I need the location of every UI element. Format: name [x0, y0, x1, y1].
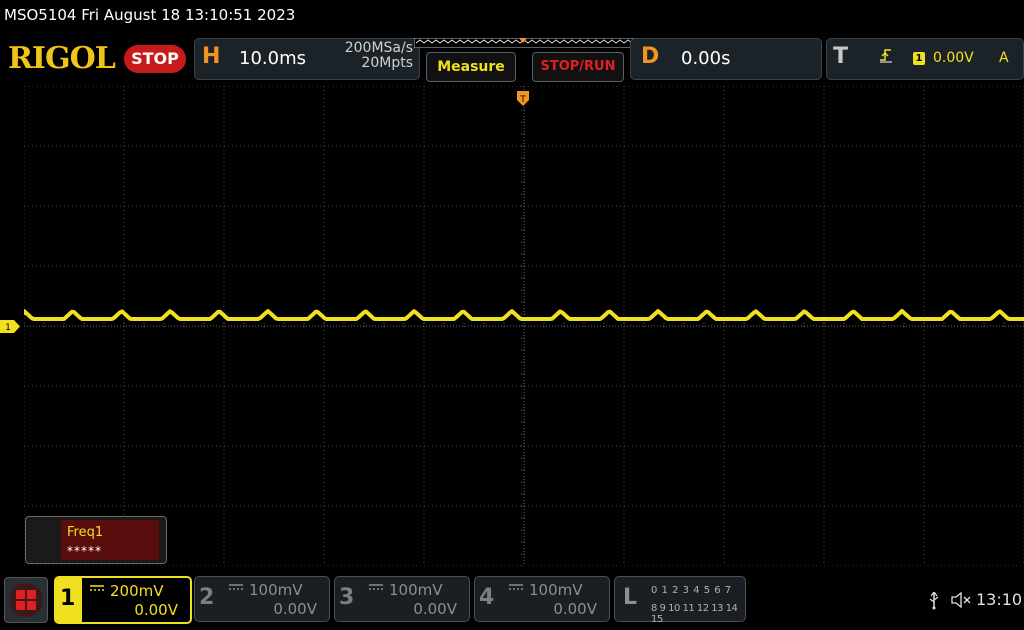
logic-analyzer-box[interactable]: L 0 1 2 3 4 5 6 7 8 9 10 11 12 13 14 15	[614, 576, 746, 625]
dc-coupling-icon	[509, 584, 523, 590]
measurement-item[interactable]: Freq1 *****	[61, 520, 159, 560]
main-menu-button[interactable]	[4, 577, 48, 623]
dc-coupling-icon	[90, 585, 104, 591]
run-state-badge[interactable]: STOP	[124, 45, 186, 73]
channel-offset: 0.00V	[134, 601, 178, 619]
trigger-letter: T	[833, 44, 849, 69]
rigol-logo: RIGOL	[8, 41, 116, 76]
channel-2-box[interactable]: 2 100mV 0.00V	[194, 576, 330, 622]
measurement-value: *****	[67, 544, 102, 558]
channel-number: 2	[199, 585, 215, 610]
delay-letter: D	[641, 44, 660, 69]
dc-coupling-icon	[229, 584, 243, 590]
svg-text:T: T	[519, 95, 526, 105]
timebase-value: 10.0ms	[239, 48, 306, 69]
channel-scale: 100mV	[389, 581, 443, 599]
memory-position-bar	[414, 38, 634, 48]
logic-channels-row-2: 8 9 10 11 12 13 14 15	[651, 603, 738, 625]
status-clock: 13:10	[976, 590, 1023, 609]
trigger-mode: A	[999, 50, 1009, 66]
rising-edge-icon	[879, 47, 893, 67]
channel-number: 1	[60, 586, 76, 611]
menu-grid-icon	[9, 583, 43, 617]
channel-offset: 0.00V	[273, 600, 317, 618]
acquisition-info: 200MSa/s 20Mpts	[321, 41, 413, 71]
channel-3-box[interactable]: 3 100mV 0.00V	[334, 576, 470, 622]
logic-letter: L	[623, 585, 638, 610]
stop-run-button[interactable]: STOP/RUN	[532, 52, 624, 82]
memory-depth: 20Mpts	[361, 55, 413, 71]
channel-offset: 0.00V	[413, 600, 457, 618]
delay-value: 0.00s	[681, 48, 731, 69]
dc-coupling-icon	[369, 584, 383, 590]
trigger-level: 0.00V	[933, 50, 974, 66]
measurement-label: Freq1	[67, 525, 104, 540]
channel-1-box[interactable]: 1 200mV 0.00V	[54, 576, 192, 624]
measurement-panel[interactable]: Freq1 *****	[25, 516, 167, 564]
device-datetime: MSO5104 Fri August 18 13:10:51 2023	[4, 6, 296, 24]
usb-icon	[928, 591, 940, 614]
channel-scale: 200mV	[110, 582, 164, 600]
channel-scale: 100mV	[249, 581, 303, 599]
waveform-grid[interactable]: T	[24, 86, 1024, 566]
channel-1-offset-marker[interactable]: 1	[0, 320, 20, 333]
trigger-source-badge: 1	[913, 52, 925, 65]
sample-rate: 200MSa/s	[344, 40, 413, 56]
channel-number: 4	[479, 585, 495, 610]
channel-offset: 0.00V	[553, 600, 597, 618]
channel-4-box[interactable]: 4 100mV 0.00V	[474, 576, 610, 622]
channel-scale: 100mV	[529, 581, 583, 599]
speaker-muted-icon[interactable]	[950, 590, 974, 610]
horizontal-letter: H	[202, 44, 221, 69]
delay-panel[interactable]: D 0.00s	[630, 38, 822, 80]
trigger-panel[interactable]: T 1 0.00V A	[826, 38, 1024, 80]
svg-text:1: 1	[5, 323, 11, 333]
title-bar: MSO5104 Fri August 18 13:10:51 2023	[0, 0, 1024, 34]
measure-button[interactable]: Measure	[426, 52, 516, 82]
channel-number: 3	[339, 585, 355, 610]
logic-channels-row-1: 0 1 2 3 4 5 6 7	[651, 585, 732, 596]
horizontal-panel[interactable]: H 10.0ms 200MSa/s 20Mpts	[194, 38, 420, 80]
